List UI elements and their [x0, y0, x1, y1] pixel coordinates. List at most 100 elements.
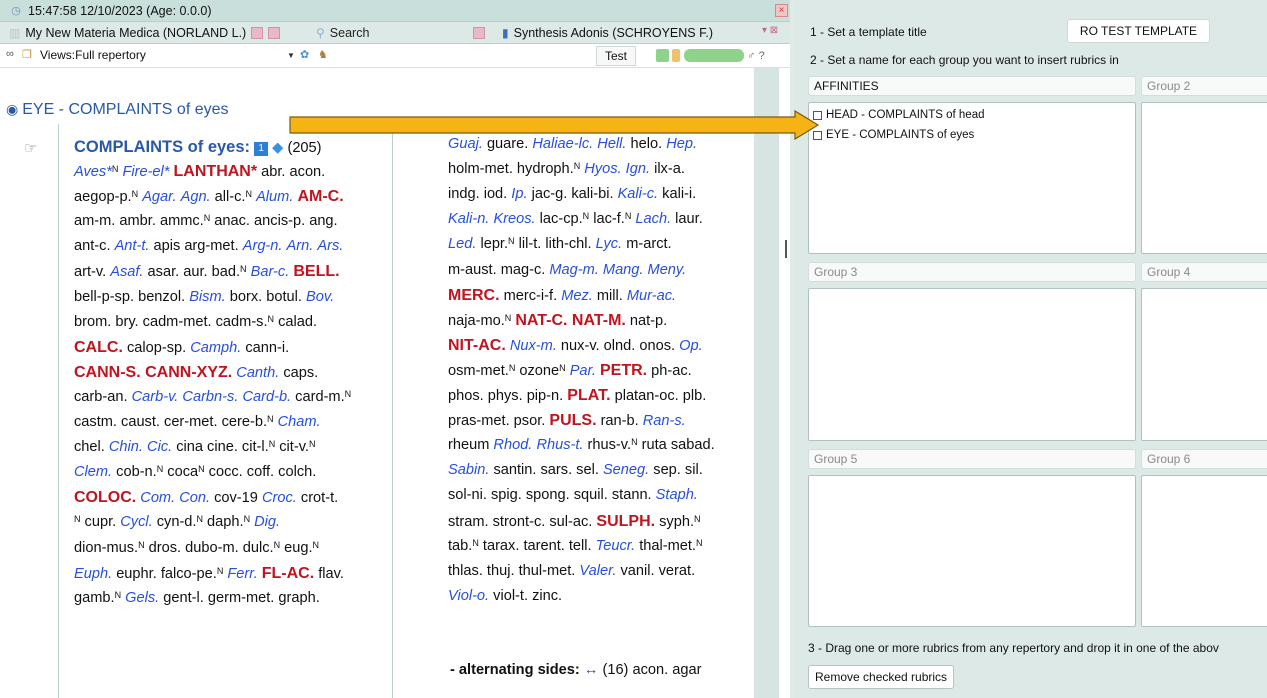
remedy-abbrev[interactable]: Kreos. [493, 211, 535, 227]
remedy-abbrev[interactable]: Mez. [561, 288, 593, 304]
binoculars-icon[interactable]: ∞ [6, 48, 14, 60]
tab-materia-medica[interactable]: ▥ My New Materia Medica (NORLAND L.) [9, 22, 281, 44]
diamond-icon[interactable]: ◆ [272, 140, 283, 156]
remedy-abbrev[interactable]: Card-b. [242, 389, 291, 405]
remedy-abbrev[interactable]: Led. [448, 236, 476, 252]
group-2-box[interactable] [1141, 102, 1267, 254]
remedy-abbrev[interactable]: Mag-m. [549, 262, 598, 278]
remedy-abbrev[interactable]: Ip. [511, 186, 527, 202]
remedy-abbrev[interactable]: Canth. [236, 365, 279, 381]
remedy-abbrev[interactable]: Valer. [579, 563, 616, 579]
remedy-abbrev[interactable]: CANN-S. CANN-XYZ. [74, 364, 232, 381]
group-6-box[interactable] [1141, 475, 1267, 627]
rubric-header[interactable]: ◉ EYE - COMPLAINTS of eyes [6, 101, 229, 119]
remedy-abbrev[interactable]: Aves* [74, 164, 112, 180]
group-rubric-item[interactable]: HEAD - COMPLAINTS of head [813, 109, 985, 121]
remedy-abbrev[interactable]: Guaj. [448, 136, 483, 152]
gender-icon[interactable]: ♂ [747, 50, 755, 62]
tab-dropdown-icon[interactable]: ▾ ⊠ [762, 25, 778, 36]
remedy-abbrev[interactable]: Cham. [278, 414, 321, 430]
remedy-abbrev[interactable]: Carbn-s. [182, 389, 238, 405]
chevron-down-icon[interactable]: ▼ [287, 51, 295, 60]
remedy-abbrev[interactable]: Ars. [317, 238, 343, 254]
remedy-abbrev[interactable]: NIT-AC. [448, 337, 506, 354]
remedy-abbrev[interactable]: Seneg. [603, 462, 649, 478]
remedy-abbrev[interactable]: Sabin. [448, 462, 489, 478]
remedy-abbrev[interactable]: Ferr. [227, 566, 257, 582]
remedy-abbrev[interactable]: Rhus-t. [536, 437, 583, 453]
rubric-title-line[interactable]: COMPLAINTS of eyes: 1 ◆ (205) [74, 138, 322, 157]
remedy-abbrev[interactable]: Hell. [597, 136, 626, 152]
group-5-box[interactable] [808, 475, 1136, 627]
remedy-abbrev[interactable]: Hyos. [584, 161, 621, 177]
remove-checked-rubrics-button[interactable]: Remove checked rubrics [808, 665, 955, 689]
remedy-abbrev[interactable]: Cic. [147, 439, 172, 455]
remedy-abbrev[interactable]: Staph. [656, 487, 698, 503]
remedy-abbrev[interactable]: Arg-n. [243, 238, 283, 254]
remedy-abbrev[interactable]: BELL. [293, 263, 339, 280]
tab-synthesis[interactable]: ▮ Synthesis Adonis (SCHROYENS F.) [502, 22, 713, 44]
group-1-name[interactable]: AFFINITIES [808, 76, 1136, 96]
group-6-name[interactable]: Group 6 [1141, 449, 1267, 469]
remedy-abbrev[interactable]: Ign. [626, 161, 650, 177]
splitter-grip[interactable] [785, 240, 787, 258]
book-icon[interactable]: ❒ [22, 48, 32, 61]
tab-close-button[interactable] [473, 27, 485, 39]
remedy-abbrev[interactable]: Meny. [648, 262, 687, 278]
remedy-abbrev[interactable]: Agar. [142, 189, 176, 205]
settings-icon[interactable]: ✿ [300, 48, 309, 61]
remedy-abbrev[interactable]: PLAT. [567, 387, 610, 404]
remedy-abbrev[interactable]: FL-AC. [262, 565, 314, 582]
remedy-abbrev[interactable]: Ran-s. [643, 413, 686, 429]
group-5-name[interactable]: Group 5 [808, 449, 1136, 469]
group-rubric-item[interactable]: EYE - COMPLAINTS of eyes [813, 129, 974, 141]
info-icon[interactable]: 1 [254, 142, 269, 156]
remedy-abbrev[interactable]: Alum. [256, 189, 293, 205]
test-field[interactable]: Test [596, 46, 637, 66]
person-icon[interactable] [672, 49, 681, 63]
subrubric-line[interactable]: - alternating sides: ↔ (16) acon. agar [450, 662, 701, 678]
remedy-abbrev[interactable]: Asaf. [110, 264, 143, 280]
group-3-box[interactable] [808, 288, 1136, 441]
remedy-abbrev[interactable]: Gels. [125, 590, 159, 606]
remedy-abbrev[interactable]: Nux-m. [510, 338, 557, 354]
remedy-abbrev[interactable]: Bism. [189, 289, 225, 305]
tab-search[interactable]: ⚲ Search [316, 22, 369, 44]
remedy-abbrev[interactable]: Op. [679, 338, 703, 354]
remedy-abbrev[interactable]: AM-C. [297, 188, 343, 205]
remedy-abbrev[interactable]: NAT-C. NAT-M. [515, 312, 626, 329]
remedy-abbrev[interactable]: Viol-o. [448, 588, 489, 604]
remedy-abbrev[interactable]: Dig. [254, 514, 280, 530]
tab-dropdown-button[interactable] [251, 27, 264, 39]
remedy-abbrev[interactable]: Croc. [262, 490, 297, 506]
remedy-abbrev[interactable]: LANTHAN* [174, 163, 258, 180]
views-control[interactable]: Views:Full repertory [40, 48, 146, 62]
remedy-abbrev[interactable]: Lyc. [596, 236, 623, 252]
remedy-abbrev[interactable]: PETR. [600, 362, 647, 379]
remedy-abbrev[interactable]: Kali-c. [618, 186, 659, 202]
remedy-abbrev[interactable]: Rhod. [493, 437, 532, 453]
remedy-abbrev[interactable]: Agn. [181, 189, 211, 205]
checkbox-icon[interactable] [813, 130, 822, 140]
dog-icon[interactable]: ♞ [318, 48, 328, 61]
remedy-abbrev[interactable]: Fire-el* [122, 164, 169, 180]
remedy-abbrev[interactable]: SULPH. [596, 513, 655, 530]
remedy-abbrev[interactable]: Lach. [635, 211, 671, 227]
remedy-abbrev[interactable]: Camph. [190, 340, 241, 356]
remedy-abbrev[interactable]: Bov. [306, 289, 334, 305]
remedy-abbrev[interactable]: Kali-n. [448, 211, 489, 227]
remedy-abbrev[interactable]: Con. [179, 490, 210, 506]
remedy-abbrev[interactable]: Haliae-lc. [532, 136, 593, 152]
hand-icon[interactable]: ☞ [24, 139, 37, 157]
tab-close-button[interactable] [268, 27, 281, 39]
remedy-abbrev[interactable]: Ant-t. [115, 238, 150, 254]
help-icon[interactable]: ? [759, 50, 765, 62]
remedy-abbrev[interactable]: PULS. [549, 412, 596, 429]
remedy-abbrev[interactable]: Euph. [74, 566, 112, 582]
remedy-abbrev[interactable]: Arn. [287, 238, 314, 254]
remedy-abbrev[interactable]: Carb-v. [132, 389, 179, 405]
remedy-abbrev[interactable]: Hep. [666, 136, 697, 152]
remedy-abbrev[interactable]: MERC. [448, 287, 500, 304]
group-3-name[interactable]: Group 3 [808, 262, 1136, 282]
grid-icon[interactable] [656, 49, 669, 63]
